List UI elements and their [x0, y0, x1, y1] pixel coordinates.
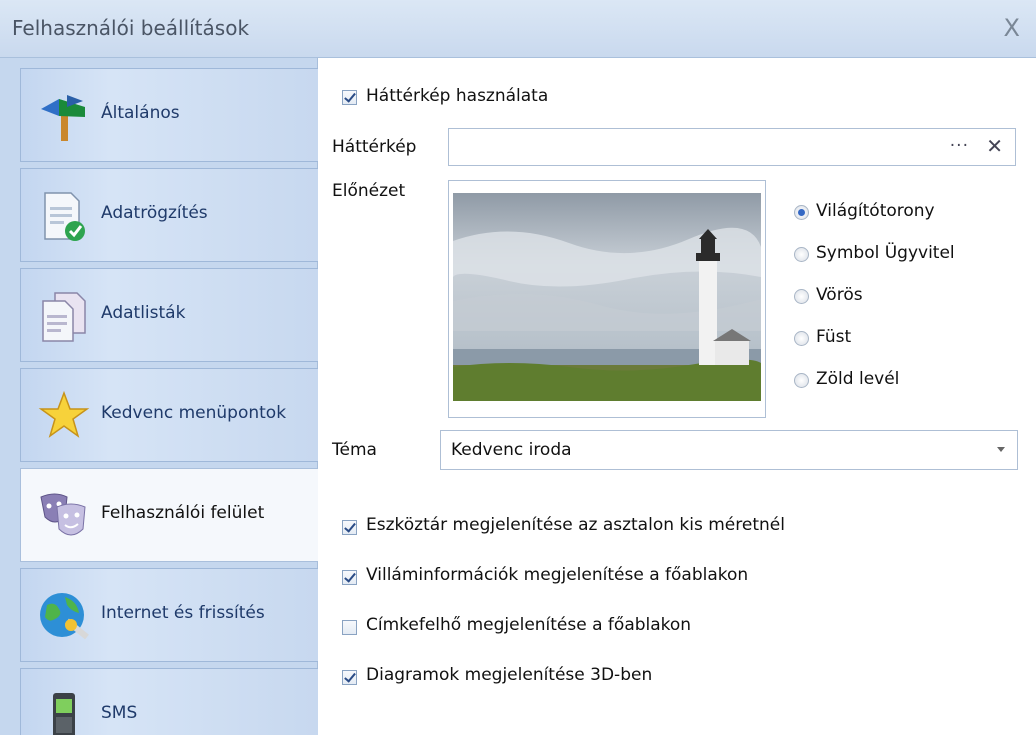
checkbox-tag-cloud[interactable]	[342, 620, 357, 635]
checkbox-quick-info[interactable]	[342, 570, 357, 585]
tema-dropdown[interactable]: Kedvenc iroda	[440, 430, 1018, 470]
theme-radio-label: Vörös	[816, 285, 863, 305]
use-background-label: Háttérkép használata	[366, 86, 549, 106]
checkbox-label: Villáminformációk megjelenítése a főabla…	[366, 565, 749, 585]
sidebar-item-adatlistak[interactable]: Adatlisták	[20, 268, 318, 362]
chevron-down-icon[interactable]	[997, 447, 1005, 452]
background-field-label: Háttérkép	[332, 137, 417, 157]
document-check-icon	[44, 192, 85, 241]
sidebar-item-altalanos[interactable]: Általános	[20, 68, 318, 162]
theme-radio-voros[interactable]	[794, 289, 809, 304]
theme-radio-fust[interactable]	[794, 331, 809, 346]
sidebar-item-adatrogzites[interactable]: Adatrögzítés	[20, 168, 318, 262]
theme-radio-label: Füst	[816, 327, 852, 347]
sidebar-item-sms[interactable]: SMS	[20, 668, 318, 735]
checkbox-label: Diagramok megjelenítése 3D-ben	[366, 665, 653, 685]
theme-radio-label: Világítótorony	[816, 201, 935, 221]
sidebar: Általános Adatrögzítés Adatlisták Kedven…	[0, 58, 319, 735]
settings-panel: Háttérkép használata Háttérkép ··· ✕ Elő…	[318, 58, 1036, 735]
preview-frame	[448, 180, 766, 418]
title-bar: Felhasználói beállítások X	[0, 0, 1036, 58]
sidebar-item-label: Felhasználói felület	[101, 503, 265, 523]
signpost-icon	[41, 95, 85, 141]
sidebar-item-kedvenc-menupontok[interactable]: Kedvenc menüpontok	[20, 368, 318, 462]
theme-radio-vilagitotorony[interactable]	[794, 205, 809, 220]
settings-window: Felhasználói beállítások X Általános Ada…	[0, 0, 1036, 735]
mobile-phone-icon	[53, 693, 75, 735]
preview-label: Előnézet	[332, 181, 406, 201]
checkbox-3d-charts[interactable]	[342, 670, 357, 685]
sidebar-item-label: Kedvenc menüpontok	[101, 403, 287, 423]
lighthouse-preview-image	[453, 193, 761, 401]
sidebar-item-felhasznaloi-felulet[interactable]: Felhasználói felület	[20, 468, 319, 562]
sidebar-item-label: Internet és frissítés	[101, 603, 265, 623]
sidebar-item-label: Általános	[101, 103, 180, 123]
tema-value: Kedvenc iroda	[451, 440, 572, 460]
documents-icon	[42, 292, 86, 342]
tema-label: Téma	[332, 440, 377, 460]
use-background-checkbox[interactable]	[342, 90, 357, 105]
theme-radio-label: Zöld levél	[816, 369, 900, 389]
checkbox-label: Címkefelhő megjelenítése a főablakon	[366, 615, 692, 635]
theater-masks-icon	[40, 493, 86, 536]
theme-radio-zold-level[interactable]	[794, 373, 809, 388]
sidebar-item-label: Adatlisták	[101, 303, 186, 323]
sidebar-item-label: Adatrögzítés	[101, 203, 208, 223]
clear-button[interactable]: ✕	[986, 134, 1003, 158]
window-title: Felhasználói beállítások	[12, 16, 250, 40]
sidebar-item-internet-es-frissites[interactable]: Internet és frissítés	[20, 568, 318, 662]
globe-update-icon	[40, 593, 89, 640]
theme-radio-label: Symbol Ügyvitel	[816, 243, 955, 263]
background-image-field[interactable]: ··· ✕	[448, 128, 1016, 166]
theme-radio-symbol-ugyvitel[interactable]	[794, 247, 809, 262]
checkbox-toolbar-desktop[interactable]	[342, 520, 357, 535]
checkbox-label: Eszköztár megjelenítése az asztalon kis …	[366, 515, 785, 535]
browse-button[interactable]: ···	[950, 136, 969, 156]
close-button[interactable]: X	[1004, 14, 1020, 42]
star-icon	[38, 390, 90, 438]
sidebar-item-label: SMS	[101, 703, 138, 723]
